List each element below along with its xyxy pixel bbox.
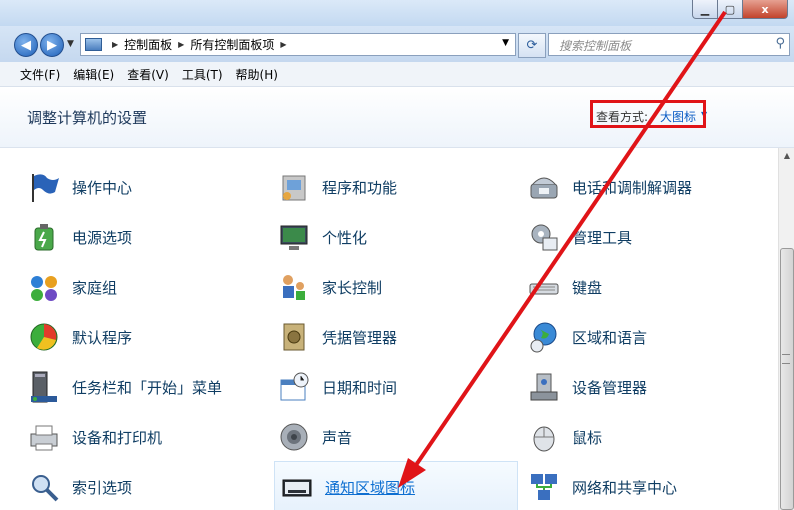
menu-file[interactable]: 文件(F) [20, 66, 60, 83]
cp-item-default-programs[interactable]: 默认程序 [26, 315, 132, 359]
address-bar[interactable]: ▶ 控制面板 ▶ 所有控制面板项 ▶ ▼ [80, 33, 516, 56]
menu-help[interactable]: 帮助(H) [236, 66, 278, 83]
indexing-options-icon [26, 469, 62, 505]
region-language-globe-icon [526, 319, 562, 355]
homegroup-icon [26, 269, 62, 305]
menu-view[interactable]: 查看(V) [127, 66, 169, 83]
vertical-scrollbar[interactable]: ▲ [778, 148, 794, 510]
scroll-up-icon[interactable]: ▲ [779, 148, 794, 164]
scrollbar-grip-icon [782, 354, 790, 364]
cp-item-keyboard[interactable]: 键盘 [526, 265, 602, 309]
parental-controls-icon [276, 269, 312, 305]
navigation-bar: ◀ ▶ ▼ ▶ 控制面板 ▶ 所有控制面板项 ▶ ▼ ⟳ 搜索控制面板 ⚲ [0, 26, 794, 62]
breadcrumb-all-items[interactable]: 所有控制面板项 [190, 36, 274, 53]
cp-item-administrative-tools[interactable]: 管理工具 [526, 215, 632, 259]
devices-printers-icon [26, 419, 62, 455]
partial-item-icon [530, 148, 566, 154]
partial-item-icon [282, 148, 318, 154]
cp-item-power-options[interactable]: 电源选项 [26, 215, 132, 259]
highlight-box [590, 100, 706, 128]
forward-button[interactable]: ▶ [40, 33, 64, 57]
network-sharing-center-icon [526, 469, 562, 505]
keyboard-icon [526, 269, 562, 305]
cp-item-taskbar-start-menu[interactable]: 任务栏和「开始」菜单 [26, 365, 222, 409]
cp-item-device-manager[interactable]: 设备管理器 [526, 365, 647, 409]
cp-item-phone-modem[interactable]: 电话和调制解调器 [526, 165, 692, 209]
cp-item-homegroup[interactable]: 家庭组 [26, 265, 117, 309]
minimize-button[interactable]: ▁ [692, 0, 718, 19]
refresh-button[interactable]: ⟳ [518, 33, 546, 58]
menu-bar: 文件(F) 编辑(E) 查看(V) 工具(T) 帮助(H) [0, 62, 794, 87]
cp-item-network-sharing-center[interactable]: 网络和共享中心 [526, 465, 677, 509]
cp-item-personalization[interactable]: 个性化 [276, 215, 367, 259]
back-arrow-icon: ◀ [21, 37, 31, 53]
close-button[interactable]: x [743, 0, 788, 19]
mouse-icon [526, 419, 562, 455]
maximize-icon: ▢ [724, 2, 736, 16]
personalization-icon [276, 219, 312, 255]
device-manager-icon [526, 369, 562, 405]
credential-manager-icon [276, 319, 312, 355]
programs-features-icon [276, 169, 312, 205]
menu-tools[interactable]: 工具(T) [182, 66, 223, 83]
notification-area-icons-icon [279, 469, 315, 505]
breadcrumb-control-panel[interactable]: 控制面板 [124, 36, 172, 53]
power-options-icon [26, 219, 62, 255]
content-header: 调整计算机的设置 查看方式: 大图标 ▼ [0, 87, 794, 148]
phone-modem-icon [526, 169, 562, 205]
breadcrumb-separator-icon[interactable]: ▶ [112, 40, 118, 49]
date-time-calendar-icon [276, 369, 312, 405]
taskbar-start-menu-icon [26, 369, 62, 405]
action-center-flag-icon [26, 169, 62, 205]
cp-item-devices-printers[interactable]: 设备和打印机 [26, 415, 162, 459]
window-controls: ▁ ▢ x [692, 0, 788, 19]
control-panel-items: 操作中心 程序和功能 电话和调制解调器 电源选项 个性化 管理工具 家庭组 家长… [0, 148, 780, 510]
cp-item-parental-controls[interactable]: 家长控制 [276, 265, 382, 309]
refresh-icon: ⟳ [526, 38, 538, 53]
cp-item-programs-features[interactable]: 程序和功能 [276, 165, 397, 209]
cp-item-region-language[interactable]: 区域和语言 [526, 315, 647, 359]
chevron-down-icon: ▼ [67, 39, 74, 49]
menu-edit[interactable]: 编辑(E) [73, 66, 114, 83]
cp-item-notification-area-icons[interactable]: 通知区域图标 [274, 461, 518, 510]
scrollbar-thumb[interactable] [780, 248, 794, 510]
administrative-tools-icon [526, 219, 562, 255]
default-programs-icon [26, 319, 62, 355]
breadcrumb-separator-icon[interactable]: ▶ [178, 40, 184, 49]
address-dropdown-icon[interactable]: ▼ [502, 38, 509, 48]
cp-item-credential-manager[interactable]: 凭据管理器 [276, 315, 397, 359]
control-panel-icon [85, 38, 102, 51]
page-title: 调整计算机的设置 [27, 109, 148, 127]
partial-item-icon [32, 148, 68, 154]
minimize-icon: ▁ [700, 2, 710, 16]
search-box[interactable]: 搜索控制面板 ⚲ [548, 33, 790, 56]
title-bar: ▁ ▢ x [0, 0, 794, 26]
breadcrumb-separator-icon[interactable]: ▶ [280, 40, 286, 49]
close-icon: x [761, 2, 769, 16]
cp-item-sound[interactable]: 声音 [276, 415, 352, 459]
forward-arrow-icon: ▶ [47, 37, 57, 53]
back-button[interactable]: ◀ [14, 33, 38, 57]
maximize-button[interactable]: ▢ [718, 0, 743, 19]
cp-item-indexing-options[interactable]: 索引选项 [26, 465, 132, 509]
cp-item-action-center[interactable]: 操作中心 [26, 165, 132, 209]
search-input[interactable]: 搜索控制面板 [559, 37, 631, 54]
search-icon[interactable]: ⚲ [775, 36, 785, 51]
sound-speaker-icon [276, 419, 312, 455]
recent-pages-dropdown[interactable]: ▼ [67, 39, 74, 49]
cp-item-date-time[interactable]: 日期和时间 [276, 365, 397, 409]
cp-item-mouse[interactable]: 鼠标 [526, 415, 602, 459]
